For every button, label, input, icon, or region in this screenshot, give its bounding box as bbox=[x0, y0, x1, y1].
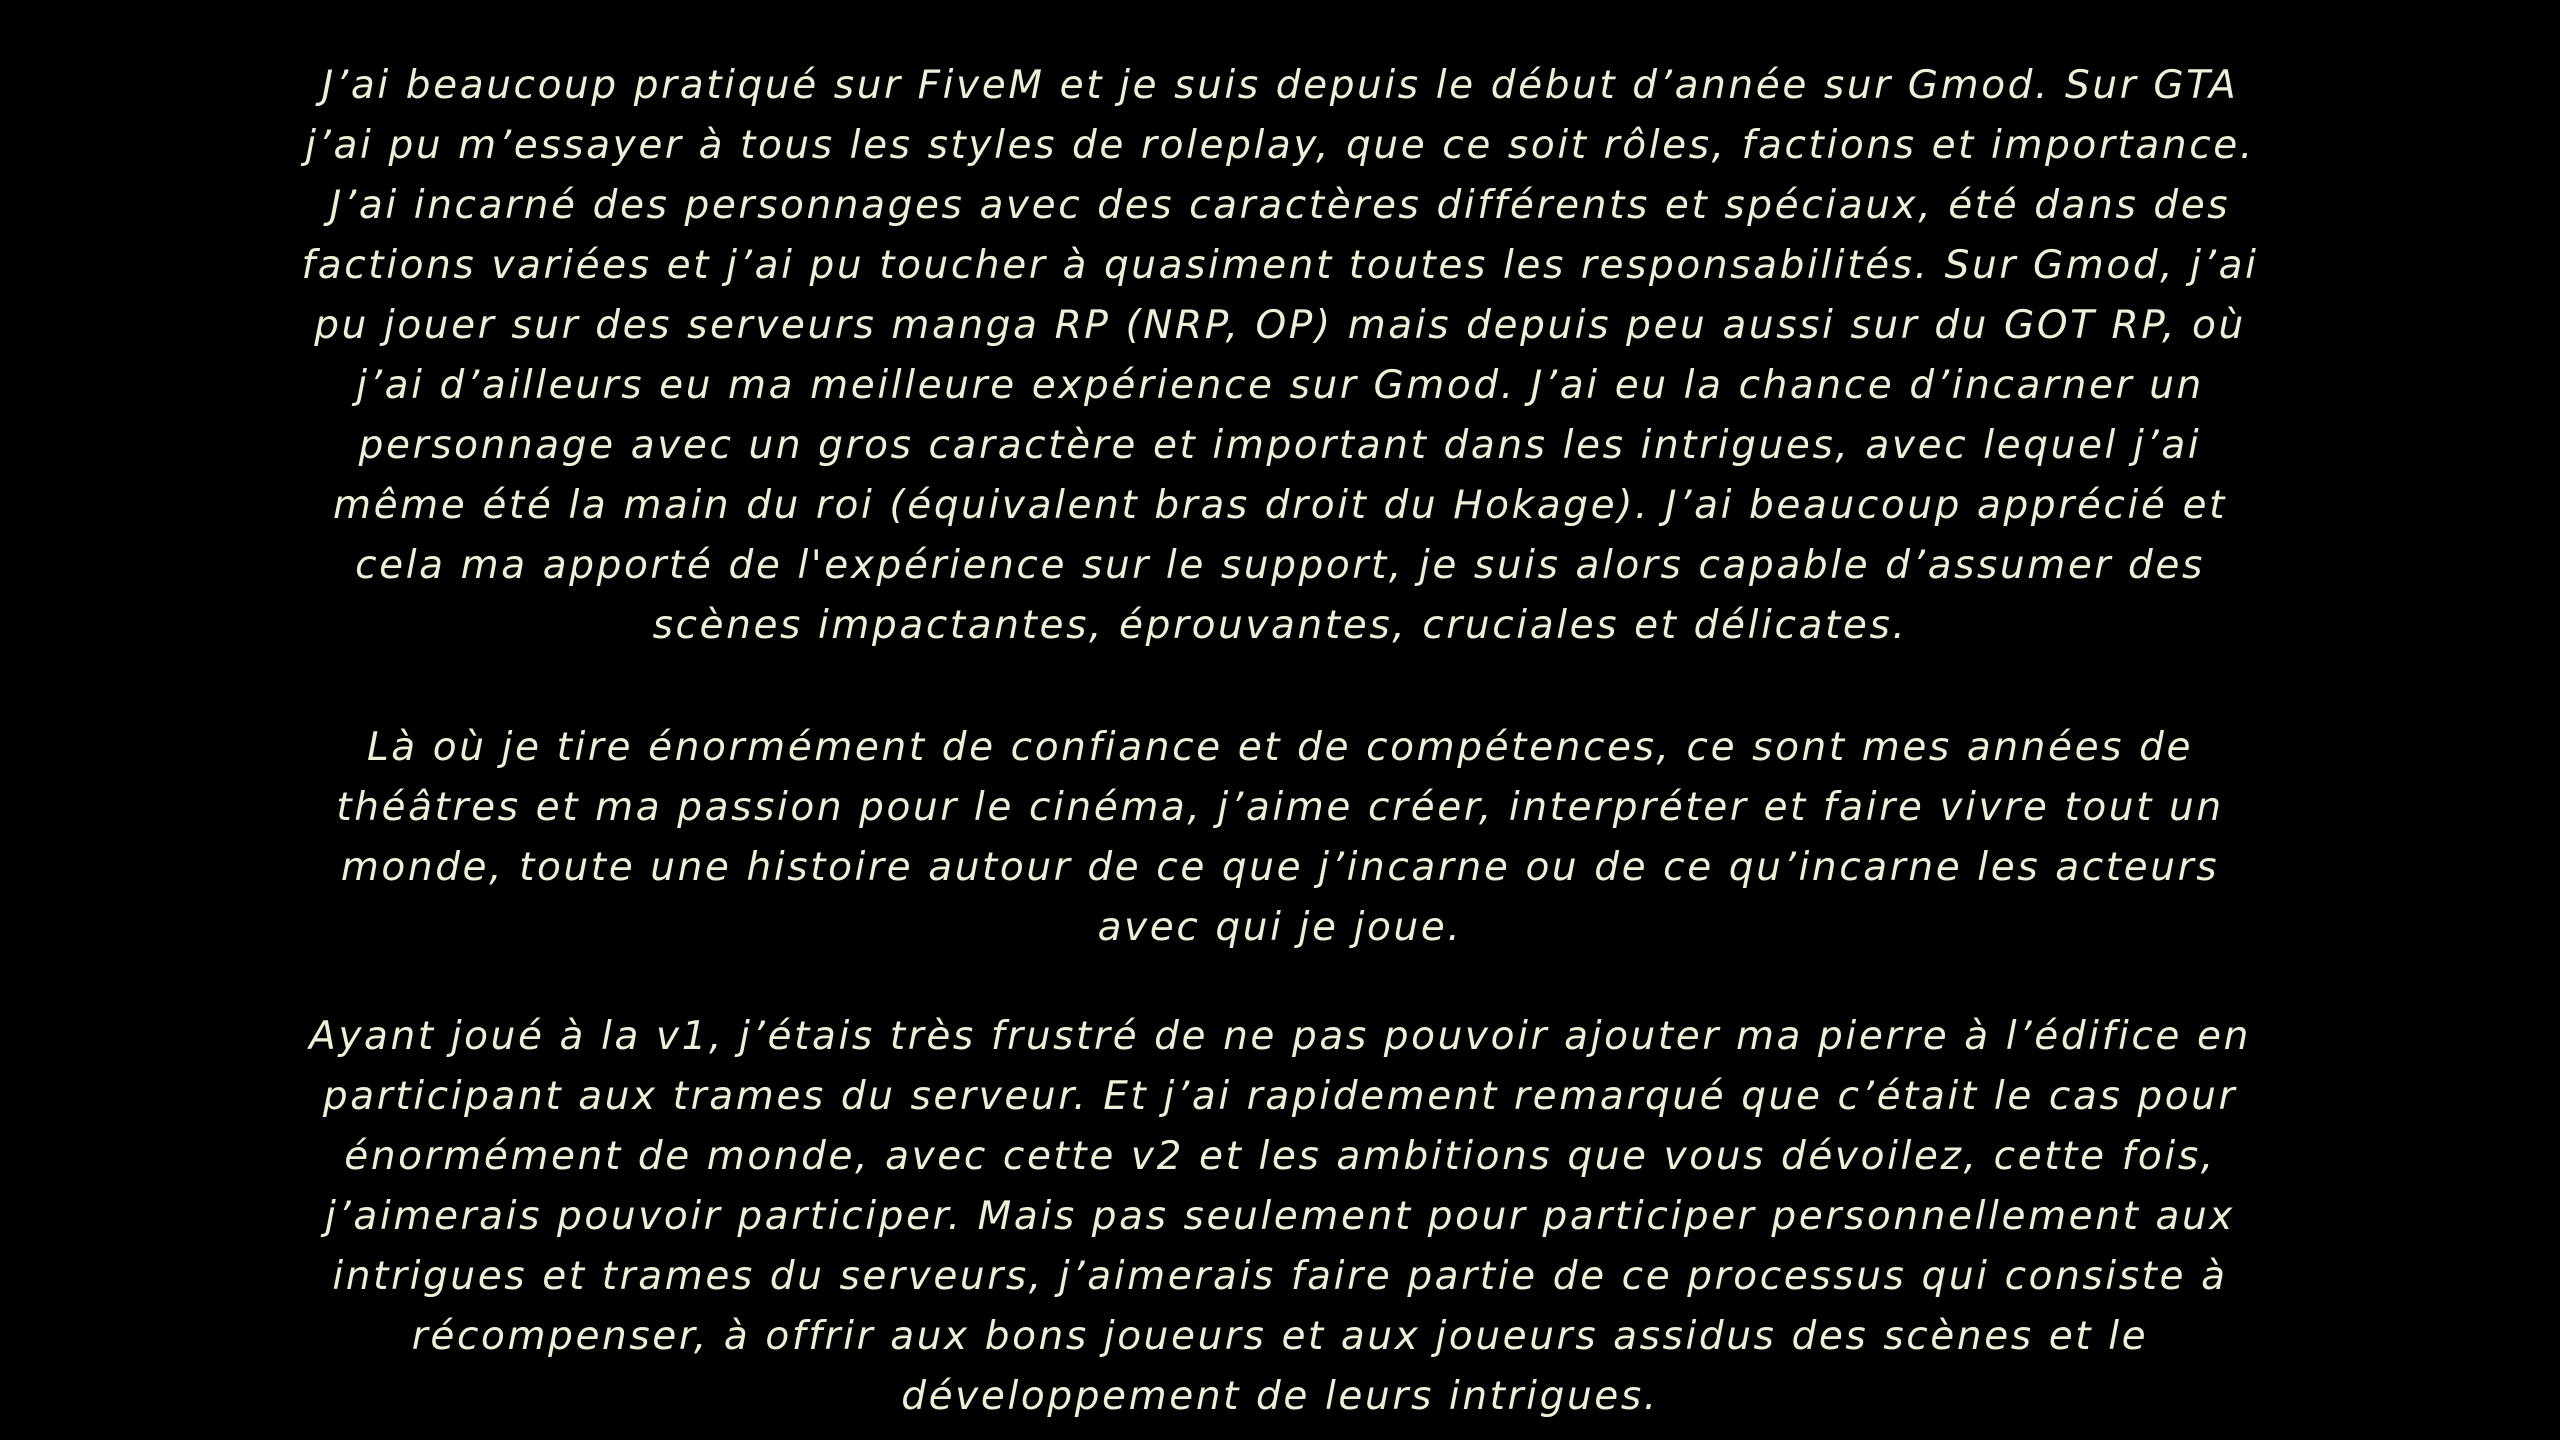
paragraph-motivation: Ayant joué à la v1, j’étais très frustré… bbox=[309, 1014, 2251, 1419]
paragraph-experience: J’ai beaucoup pratiqué sur FiveM et je s… bbox=[301, 63, 2259, 648]
paragraph-theatre: Là où je tire énormément de confiance et… bbox=[336, 725, 2224, 950]
document-page: J’ai beaucoup pratiqué sur FiveM et je s… bbox=[0, 0, 2560, 1440]
